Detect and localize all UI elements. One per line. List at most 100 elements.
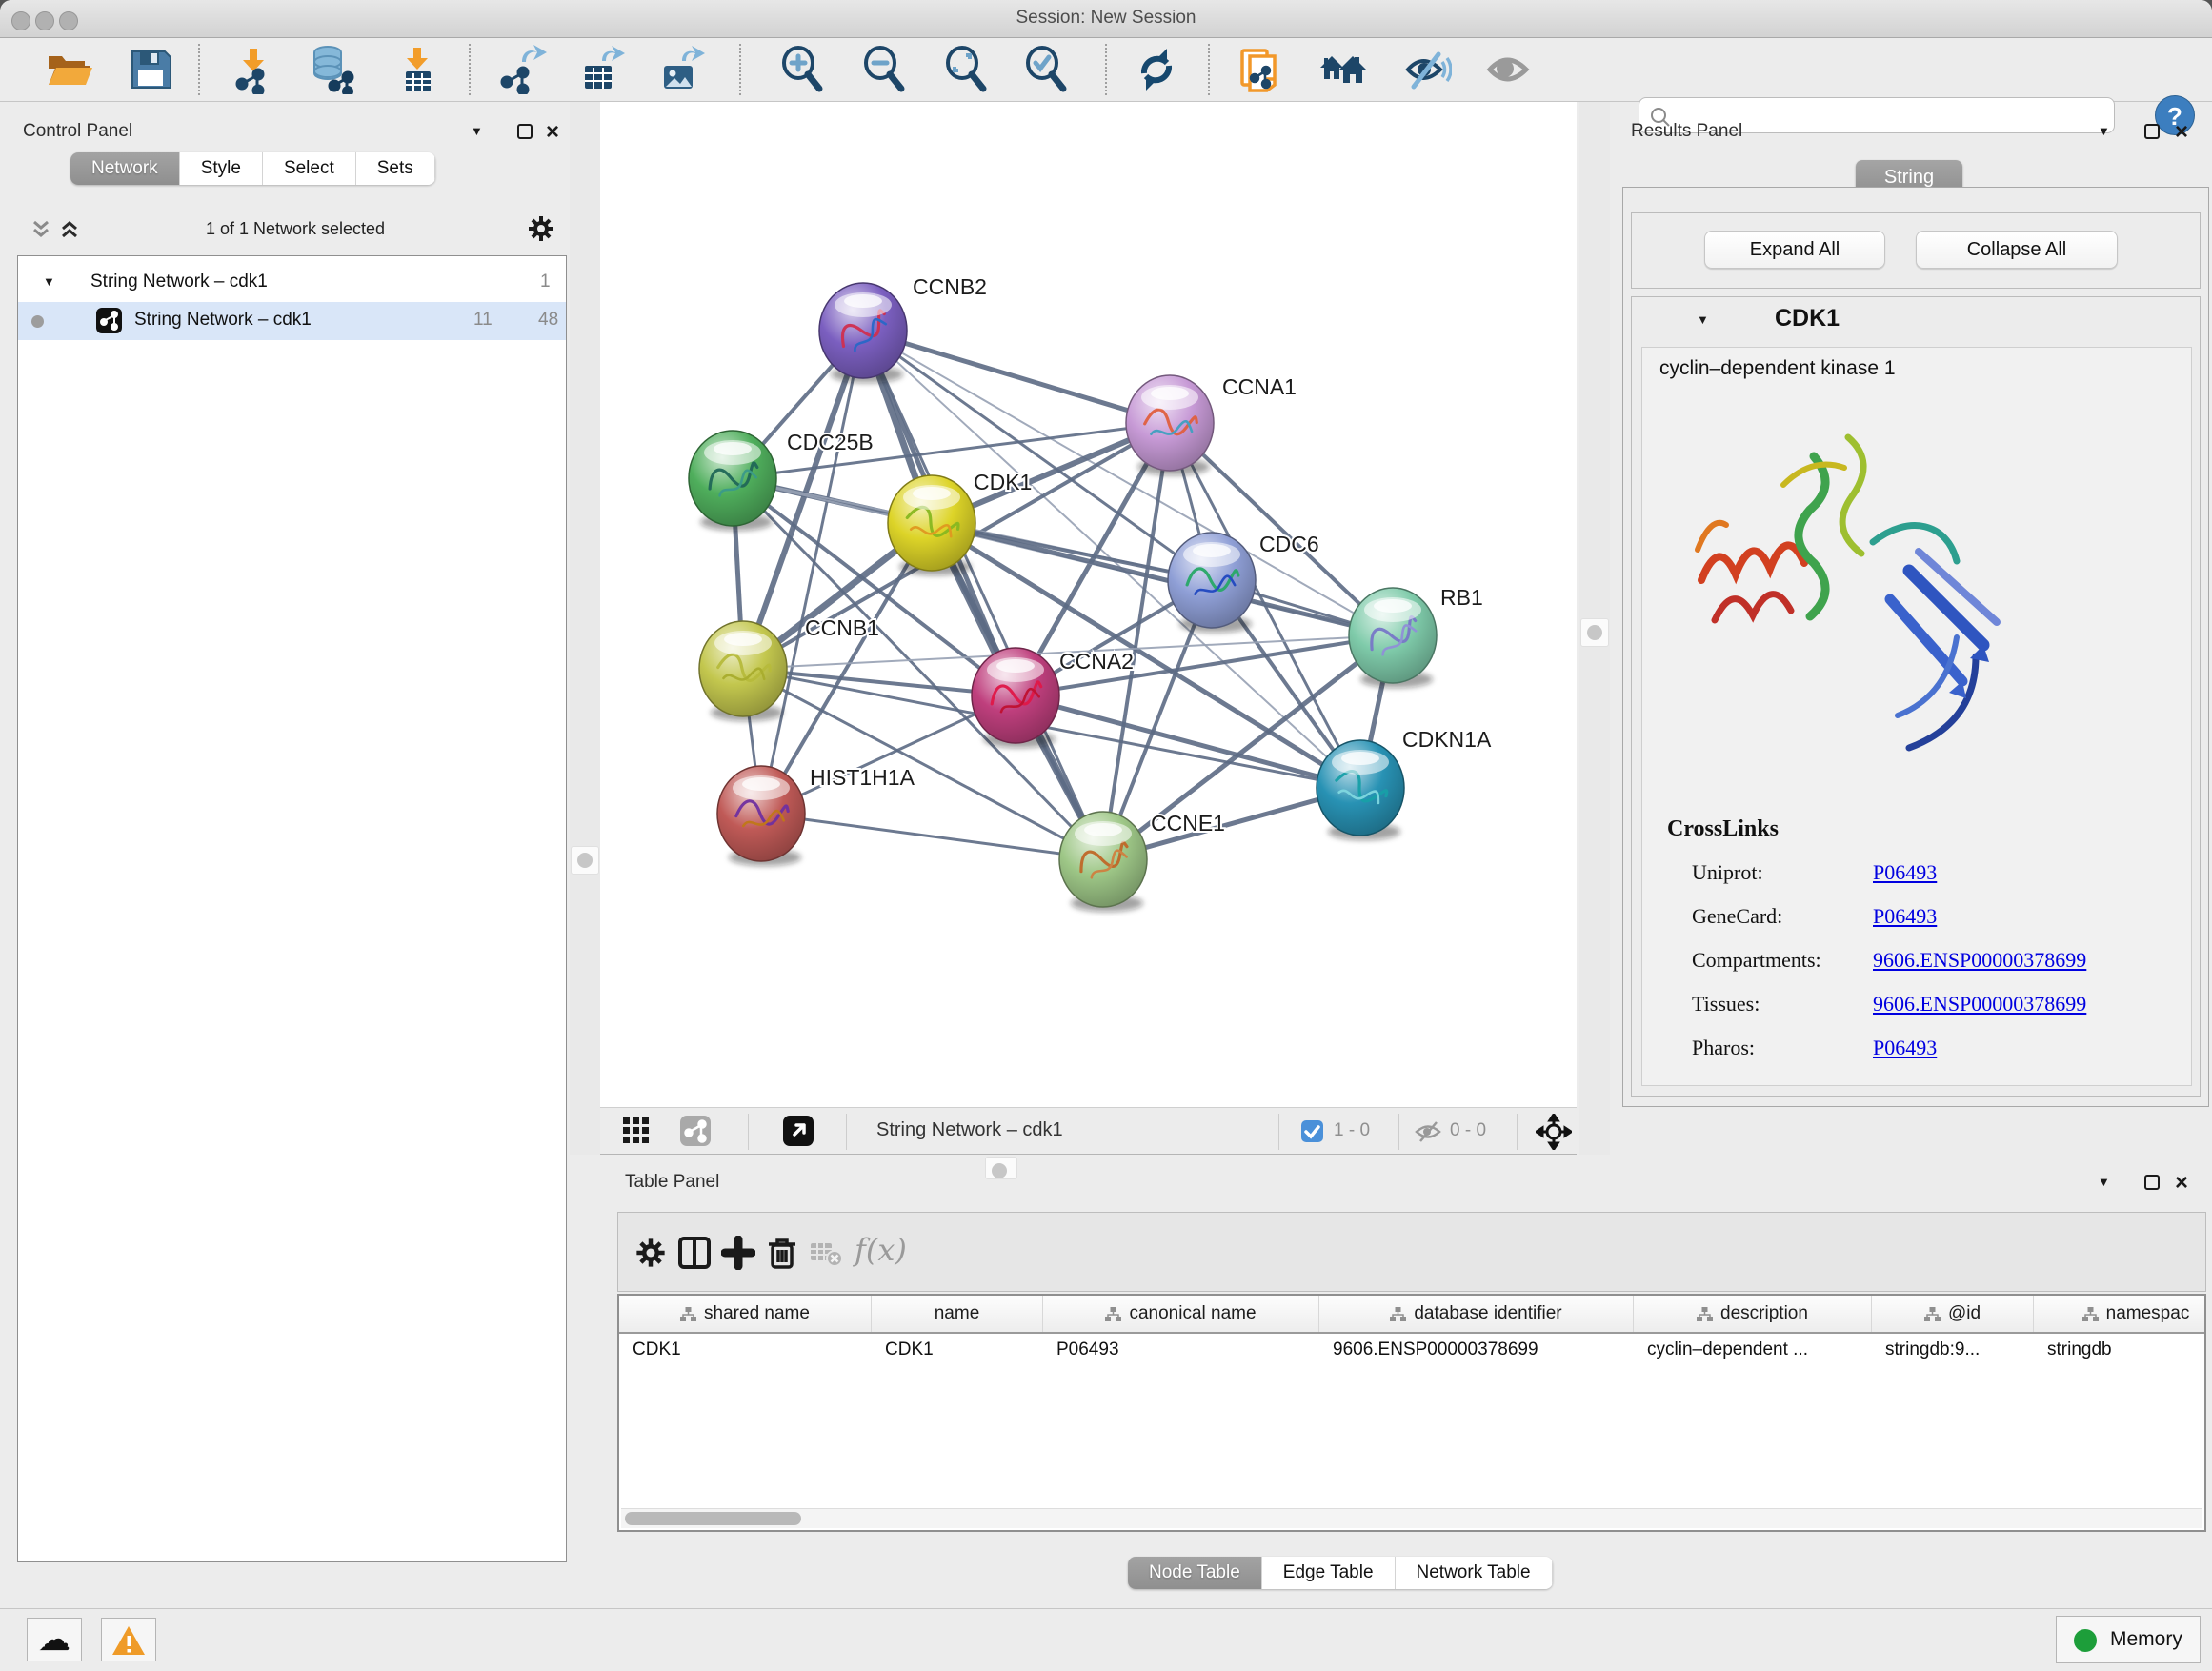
export-table-button[interactable] [575,45,625,94]
window-title: Session: New Session [0,8,2212,29]
network-edge-ccna2-cdkn1a[interactable] [1016,695,1360,788]
table-cell[interactable]: P06493 [1043,1334,1319,1366]
zoom-fit-button[interactable] [941,45,991,94]
control-panel-menu-caret-icon[interactable]: ▼ [471,124,483,138]
network-edge-hist1h1a-ccne1[interactable] [761,814,1103,859]
pan-crosshair-icon[interactable] [1536,1114,1572,1155]
import-network-from-file-button[interactable] [229,45,278,94]
grid-view-icon[interactable] [623,1117,650,1149]
create-column-plus-icon[interactable] [721,1236,755,1270]
network-node-CDKN1A[interactable] [1317,740,1404,840]
hide-panel-eye-button[interactable] [1402,45,1452,94]
open-session-button[interactable] [44,45,93,94]
expand-all-tree-icon[interactable] [57,217,82,247]
left-splitter-handle[interactable] [571,846,599,875]
show-columns-icon[interactable] [677,1236,712,1270]
right-splitter-handle[interactable] [1580,618,1609,647]
crosslink-link[interactable]: 9606.ENSP00000378699 [1873,992,2086,1017]
network-node-CDC6[interactable] [1168,533,1256,633]
table-cell[interactable]: 9606.ENSP00000378699 [1319,1334,1634,1366]
left-splitter[interactable] [570,102,600,1155]
zoom-selected-button[interactable] [1021,45,1071,94]
results-panel-close-icon[interactable]: × [2175,124,2188,141]
network-options-gear-icon[interactable] [526,213,556,249]
function-builder-icon[interactable]: f(x) [855,1232,907,1268]
table-horizontal-scrollbar[interactable] [621,1508,2202,1528]
tab-network-table[interactable]: Network Table [1396,1557,1553,1589]
collection-caret-icon[interactable]: ▼ [43,274,55,289]
network-edge-ccnb2-ccna1[interactable] [863,331,1170,423]
scrollbar-thumb[interactable] [625,1512,801,1525]
apply-layout-refresh-button[interactable] [1132,45,1181,94]
string-home-button[interactable] [1317,45,1366,94]
collapse-all-button[interactable]: Collapse All [1916,231,2118,269]
tab-edge-table[interactable]: Edge Table [1262,1557,1396,1589]
crosslink-link[interactable]: P06493 [1873,904,1937,929]
table-cell[interactable]: CDK1 [872,1334,1043,1366]
zoom-out-button[interactable] [859,45,909,94]
table-cell[interactable]: stringdb:9... [1872,1334,2034,1366]
crosslink-link[interactable]: P06493 [1873,1036,1937,1060]
control-panel-float-icon[interactable] [517,124,533,139]
column-header-name[interactable]: name [872,1296,1043,1332]
expand-all-button[interactable]: Expand All [1704,231,1885,269]
network-edge-cdk1-rb1[interactable] [932,523,1393,635]
column-header-database-identifier[interactable]: database identifier [1319,1296,1634,1332]
show-eye-button[interactable] [1484,45,1534,94]
crosslink-link[interactable]: P06493 [1873,860,1937,885]
birds-eye-view-icon[interactable] [783,1116,814,1151]
network-node-CCNA1[interactable] [1126,375,1214,475]
network-graph[interactable]: CCNB2CCNA1CDC25BCDK1CDC6RB1CCNB1CCNA2CDK… [600,102,1577,1107]
table-panel-close-icon[interactable]: × [2175,1175,2188,1192]
clone-network-button[interactable] [1235,45,1284,94]
import-network-from-database-button[interactable] [307,45,356,94]
network-node-CCNE1[interactable] [1059,812,1147,912]
collapse-all-tree-icon[interactable] [29,217,53,247]
network-view-icon[interactable] [680,1116,711,1151]
netbar-separator [1278,1114,1279,1150]
table-panel-menu-caret-icon[interactable]: ▼ [2098,1175,2110,1189]
export-network-button[interactable] [497,45,547,94]
node-label-CCNE1: CCNE1 [1151,811,1225,836]
bottom-splitter-handle[interactable] [985,1157,1017,1179]
tab-network[interactable]: Network [70,152,180,185]
column-header-namespac[interactable]: namespac [2034,1296,2206,1332]
table-cell[interactable]: cyclin–dependent ... [1634,1334,1872,1366]
import-table-from-file-button[interactable] [392,45,442,94]
results-panel-float-icon[interactable] [2144,124,2160,139]
table-settings-gear-icon[interactable] [633,1236,668,1270]
cloud-status-button[interactable]: ☁ [27,1618,82,1661]
delete-table-icon[interactable] [809,1236,843,1270]
crosslink-link[interactable]: 9606.ENSP00000378699 [1873,948,2086,973]
network-canvas[interactable]: CCNB2CCNA1CDC25BCDK1CDC6RB1CCNB1CCNA2CDK… [600,102,1577,1107]
table-cell[interactable]: stringdb [2034,1334,2206,1366]
network-row[interactable]: String Network – cdk1 11 48 [18,302,566,340]
network-node-CDC25B[interactable] [689,431,776,531]
tab-select[interactable]: Select [263,152,356,185]
network-node-CCNB1[interactable] [699,621,787,721]
tab-style[interactable]: Style [180,152,263,185]
warnings-button[interactable] [101,1618,156,1661]
network-node-RB1[interactable] [1349,588,1437,688]
network-collection-row[interactable]: ▼ String Network – cdk1 1 [18,264,566,302]
column-header-canonical-name[interactable]: canonical name [1043,1296,1319,1332]
results-panel-menu-caret-icon[interactable]: ▼ [2098,124,2110,138]
network-node-HIST1H1A[interactable] [717,766,805,866]
memory-button[interactable]: Memory [2056,1616,2201,1663]
export-image-button[interactable] [655,45,705,94]
table-panel-float-icon[interactable] [2144,1175,2160,1190]
zoom-in-button[interactable] [777,45,827,94]
network-node-CDK1[interactable] [888,475,975,575]
save-session-button[interactable] [126,45,175,94]
delete-column-trash-icon[interactable] [765,1236,799,1270]
column-header-@id[interactable]: @id [1872,1296,2034,1332]
table-cell[interactable]: CDK1 [619,1334,872,1366]
column-header-description[interactable]: description [1634,1296,1872,1332]
protein-card-caret-icon[interactable]: ▼ [1697,312,1709,327]
control-panel-close-icon[interactable]: × [546,124,559,141]
tab-sets[interactable]: Sets [356,152,435,185]
tab-node-table[interactable]: Node Table [1128,1557,1262,1589]
column-header-label: name [935,1303,980,1324]
selected-checkbox-icon[interactable] [1301,1120,1323,1147]
column-header-shared-name[interactable]: shared name [619,1296,872,1332]
